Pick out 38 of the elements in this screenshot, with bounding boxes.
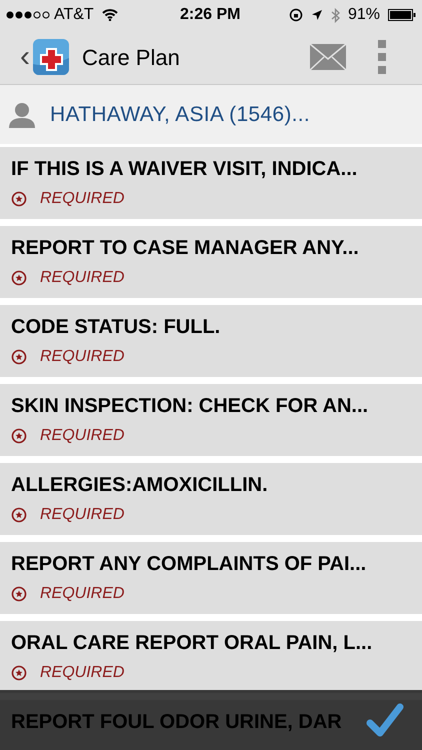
location-arrow-icon — [310, 9, 323, 21]
care-plan-item[interactable]: ORAL CARE REPORT ORAL PAIN, L... REQUIRED — [0, 621, 422, 693]
carrier-name: AT&T — [54, 5, 94, 25]
required-label: REQUIRED — [40, 663, 124, 683]
care-plan-item[interactable]: ALLERGIES:AMOXICILLIN. REQUIRED — [0, 463, 422, 535]
item-title: SKIN INSPECTION: CHECK FOR AN... — [11, 394, 368, 418]
required-label: REQUIRED — [40, 426, 124, 446]
care-plan-item[interactable]: CODE STATUS: FULL. REQUIRED — [0, 305, 422, 377]
battery-icon — [388, 9, 416, 21]
required-label: REQUIRED — [40, 505, 124, 525]
required-label: REQUIRED — [40, 347, 124, 367]
care-plan-item[interactable]: REPORT ANY COMPLAINTS OF PAI... REQUIRED — [0, 542, 422, 614]
item-title: ALLERGIES:AMOXICILLIN. — [11, 473, 268, 497]
item-title: IF THIS IS A WAIVER VISIT, INDICA... — [11, 157, 358, 181]
care-plan-item[interactable]: SKIN INSPECTION: CHECK FOR AN... REQUIRED — [0, 384, 422, 456]
signal-icon — [6, 11, 52, 19]
item-title: REPORT ANY COMPLAINTS OF PAI... — [11, 552, 366, 576]
more-menu-icon[interactable] — [377, 39, 387, 75]
item-title: REPORT TO CASE MANAGER ANY... — [11, 236, 359, 260]
care-plan-item[interactable]: REPORT TO CASE MANAGER ANY... REQUIRED — [0, 226, 422, 298]
battery-percent: 91% — [348, 5, 380, 25]
required-label: REQUIRED — [40, 584, 124, 604]
required-label: REQUIRED — [40, 189, 124, 209]
clock-time: 2:26 PM — [180, 5, 240, 25]
mail-icon[interactable] — [309, 43, 347, 71]
care-plan-item[interactable]: IF THIS IS A WAIVER VISIT, INDICA... REQUIRED — [0, 147, 422, 219]
item-title: CODE STATUS: FULL. — [11, 315, 220, 339]
required-label: REQUIRED — [40, 268, 124, 288]
back-button[interactable]: ‹ — [20, 42, 30, 72]
item-title: ORAL CARE REPORT ORAL PAIN, L... — [11, 631, 372, 655]
rotation-lock-icon — [288, 8, 303, 22]
item-title: REPORT FOUL ODOR URINE, DAR — [11, 710, 342, 734]
checkmark-icon[interactable] — [366, 703, 404, 737]
app-logo-icon — [32, 38, 70, 76]
bluetooth-icon — [330, 8, 340, 22]
screen-title: Care Plan — [82, 44, 180, 72]
wifi-icon — [102, 9, 118, 21]
person-icon — [8, 102, 36, 128]
